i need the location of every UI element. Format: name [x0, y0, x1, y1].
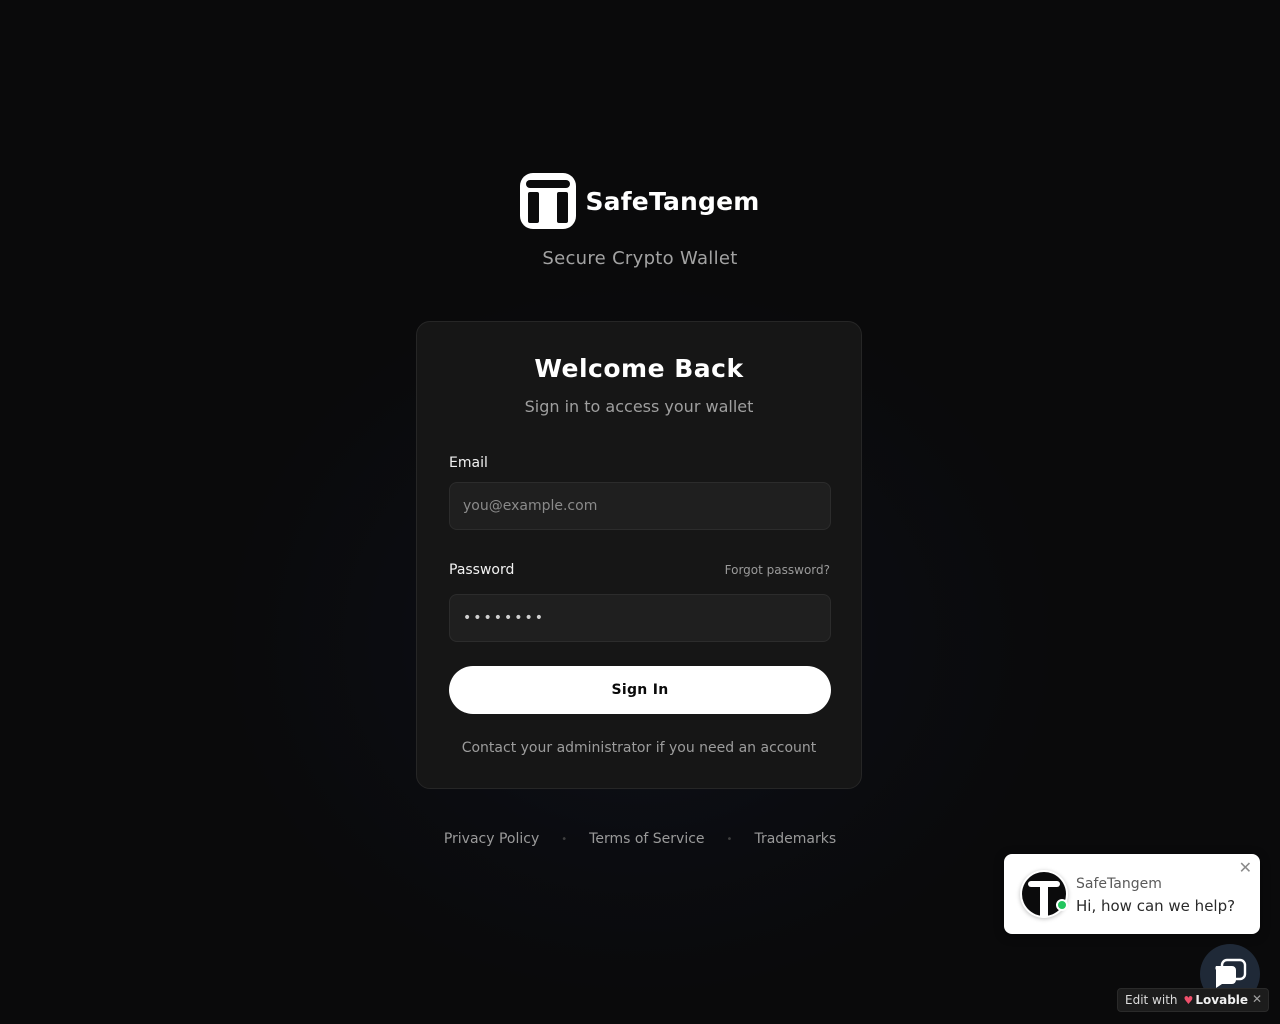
online-status-dot [1056, 899, 1068, 911]
chat-greeting-popup[interactable]: SafeTangem Hi, how can we help? ✕ [1004, 854, 1260, 934]
brand-header: SafeTangem [0, 173, 1280, 229]
forgot-password-link[interactable]: Forgot password? [725, 563, 830, 577]
footer-separator: • [561, 833, 568, 845]
footer-separator: • [726, 833, 733, 845]
chat-message: Hi, how can we help? [1076, 897, 1236, 915]
footer-links: Privacy Policy • Terms of Service • Trad… [0, 831, 1280, 847]
terms-of-service-link[interactable]: Terms of Service [589, 831, 704, 847]
trademarks-link[interactable]: Trademarks [754, 831, 836, 847]
heart-icon: ♥ [1183, 993, 1194, 1007]
chat-sender-name: SafeTangem [1076, 876, 1162, 892]
brand-tagline: Secure Crypto Wallet [542, 248, 738, 269]
chat-bubble-icon [1215, 958, 1247, 988]
close-icon[interactable]: ✕ [1239, 860, 1252, 876]
brand-name: SafeTangem [585, 186, 760, 216]
edit-badge-brand: Lovable [1195, 993, 1249, 1007]
login-card: Welcome Back Sign in to access your wall… [416, 321, 862, 789]
privacy-policy-link[interactable]: Privacy Policy [444, 831, 539, 847]
edit-with-badge[interactable]: Edit with ♥ Lovable ✕ [1117, 988, 1269, 1012]
login-subtitle: Sign in to access your wallet [524, 397, 754, 416]
contact-admin-text: Contact your administrator if you need a… [461, 740, 817, 756]
safetangem-logo-icon [520, 173, 577, 229]
email-field[interactable] [449, 482, 831, 530]
email-label: Email [449, 455, 488, 471]
login-page: SafeTangem Secure Crypto Wallet Welcome … [0, 0, 1280, 1024]
password-field[interactable] [449, 594, 831, 642]
close-icon[interactable]: ✕ [1252, 992, 1262, 1006]
password-label: Password [449, 562, 515, 578]
login-title: Welcome Back [534, 354, 744, 383]
edit-with-label: Edit with [1125, 993, 1178, 1007]
sign-in-button[interactable]: Sign In [449, 666, 831, 714]
